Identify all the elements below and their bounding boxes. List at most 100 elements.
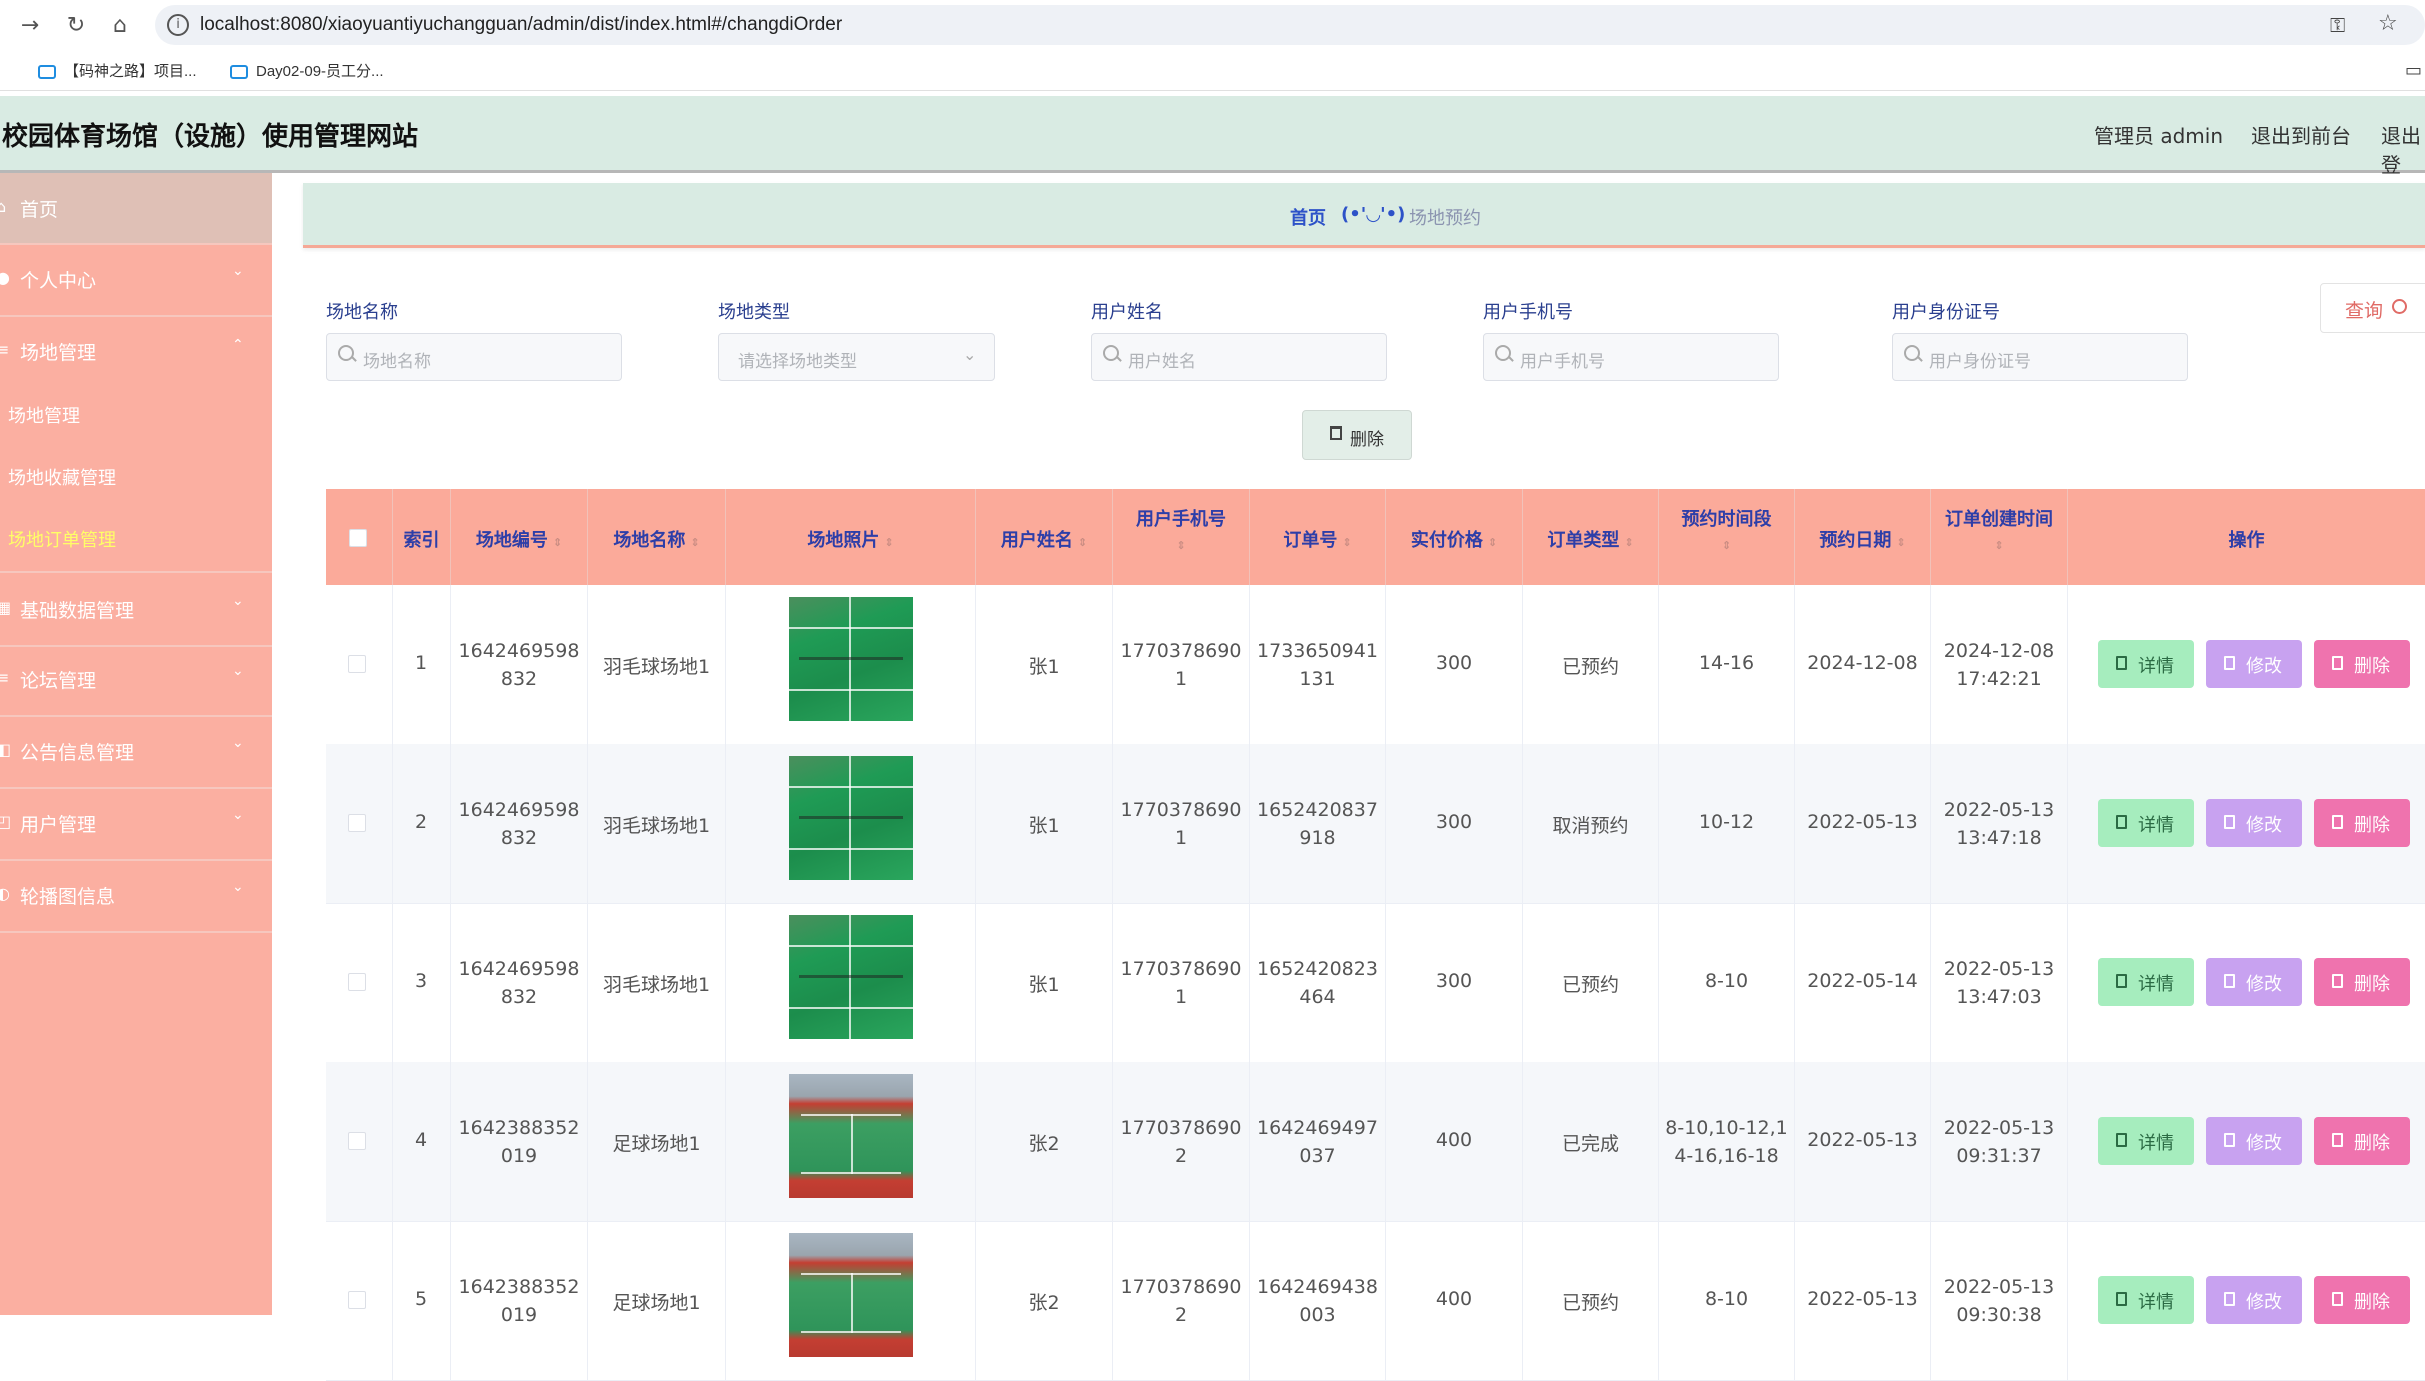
edit-button[interactable]: 修改: [2206, 799, 2302, 847]
logout-link[interactable]: 退出登: [2381, 120, 2425, 178]
chevron-down-icon: ⌄: [232, 663, 244, 679]
table-cell: 8-10: [1659, 903, 1795, 1062]
folder-icon[interactable]: ▭: [2405, 60, 2422, 81]
edit-icon: [2224, 656, 2235, 670]
sidebar-item-users[interactable]: ◰ 用户管理 ⌄: [0, 787, 272, 861]
sort-icon[interactable]: ⇕: [690, 536, 699, 549]
sidebar-item-notice[interactable]: ◧ 公告信息管理 ⌄: [0, 715, 272, 789]
header-cell[interactable]: 预约日期 ⇕: [1795, 489, 1931, 585]
sort-icon[interactable]: ⇕: [1488, 536, 1497, 549]
address-bar[interactable]: i localhost:8080/xiaoyuantiyuchangguan/a…: [155, 5, 2425, 45]
table-cell: [726, 903, 976, 1062]
venue-photo[interactable]: [789, 756, 913, 880]
bilibili-icon: [230, 65, 248, 79]
row-checkbox[interactable]: [348, 814, 366, 832]
edit-button[interactable]: 修改: [2206, 958, 2302, 1006]
header-cell[interactable]: 用户姓名 ⇕: [976, 489, 1113, 585]
sidebar-item-carousel[interactable]: ◐ 轮播图信息 ⌄: [0, 859, 272, 933]
detail-button[interactable]: 详情: [2098, 958, 2194, 1006]
edit-button[interactable]: 修改: [2206, 1117, 2302, 1165]
header-cell[interactable]: 预约时间段 ⇕: [1659, 489, 1795, 585]
key-icon[interactable]: ⚿: [2330, 13, 2345, 37]
row-checkbox[interactable]: [348, 655, 366, 673]
sidebar-item-venue[interactable]: ≡ 场地管理 ⌃: [0, 315, 272, 387]
venue-photo[interactable]: [789, 597, 913, 721]
home-icon[interactable]: ⌂: [106, 12, 134, 40]
header-cell[interactable]: 订单类型 ⇕: [1523, 489, 1659, 585]
sort-icon[interactable]: ⇕: [1659, 539, 1794, 552]
grid-icon: ▦: [0, 598, 12, 617]
header-cell[interactable]: 实付价格 ⇕: [1386, 489, 1523, 585]
url-text[interactable]: localhost:8080/xiaoyuantiyuchangguan/adm…: [200, 14, 842, 36]
sidebar-sub-venue-manage[interactable]: 场地管理: [8, 402, 80, 428]
select-all-checkbox[interactable]: [349, 529, 367, 547]
sort-icon[interactable]: ⇕: [1896, 536, 1905, 549]
header-cell[interactable]: 订单创建时间 ⇕: [1931, 489, 2068, 585]
header-cell: 索引: [393, 489, 451, 585]
venue-photo[interactable]: [789, 915, 913, 1039]
trash-icon: [2332, 1292, 2343, 1306]
user-name-input[interactable]: 用户姓名: [1091, 333, 1387, 381]
edit-button[interactable]: 修改: [2206, 640, 2302, 688]
query-button[interactable]: 查询: [2320, 283, 2425, 333]
row-checkbox[interactable]: [348, 1291, 366, 1309]
detail-button[interactable]: 详情: [2098, 1117, 2194, 1165]
sidebar-item-home[interactable]: ⌂ 首页: [0, 173, 272, 245]
batch-delete-button[interactable]: 删除: [1302, 410, 1412, 460]
sidebar-item-personal[interactable]: ● 个人中心 ⌄: [0, 243, 272, 317]
sidebar-sub-venue-order[interactable]: 场地订单管理: [8, 526, 116, 552]
sort-icon[interactable]: ⇕: [884, 536, 893, 549]
venue-type-select[interactable]: 请选择场地类型 ⌄: [718, 333, 995, 381]
delete-button[interactable]: 删除: [2314, 799, 2410, 847]
reload-icon[interactable]: ↻: [62, 12, 90, 40]
table-cell: 已完成: [1523, 1062, 1659, 1221]
bookmark-item[interactable]: Day02-09-员工分...: [230, 60, 384, 81]
user-phone-input[interactable]: 用户手机号: [1483, 333, 1779, 381]
breadcrumb-home[interactable]: 首页: [1290, 204, 1326, 230]
search-icon: [1103, 345, 1119, 361]
sidebar-item-forum[interactable]: ≡ 论坛管理 ⌄: [0, 643, 272, 717]
delete-button[interactable]: 删除: [2314, 1276, 2410, 1324]
table-cell: 1642388352 019: [451, 1062, 588, 1221]
header-cell[interactable]: 场地照片 ⇕: [726, 489, 976, 585]
row-checkbox[interactable]: [348, 973, 366, 991]
table-cell: 3: [393, 903, 451, 1062]
forum-icon: ≡: [0, 668, 10, 687]
table-cell: 张2: [976, 1062, 1113, 1221]
forward-icon[interactable]: →: [16, 12, 44, 40]
delete-button[interactable]: 删除: [2314, 958, 2410, 1006]
sort-icon[interactable]: ⇕: [1078, 536, 1087, 549]
table-cell: 1642469438 003: [1250, 1221, 1386, 1380]
detail-button[interactable]: 详情: [2098, 640, 2194, 688]
header-cell[interactable]: 场地编号 ⇕: [451, 489, 588, 585]
site-info-icon[interactable]: i: [167, 14, 189, 36]
row-checkbox[interactable]: [348, 1132, 366, 1150]
search-icon: [1495, 345, 1511, 361]
back-to-front-link[interactable]: 退出到前台: [2251, 120, 2351, 149]
sort-icon[interactable]: ⇕: [1624, 536, 1633, 549]
edit-button[interactable]: 修改: [2206, 1276, 2302, 1324]
header-cell[interactable]: 订单号 ⇕: [1250, 489, 1386, 585]
bookmark-item[interactable]: 【码神之路】项目...: [38, 60, 197, 81]
edit-icon: [2224, 1292, 2235, 1306]
user-id-card-input[interactable]: 用户身份证号: [1892, 333, 2188, 381]
delete-button[interactable]: 删除: [2314, 1117, 2410, 1165]
table-cell: 1642469598 832: [451, 585, 588, 744]
sort-icon[interactable]: ⇕: [1931, 539, 2067, 552]
detail-button[interactable]: 详情: [2098, 799, 2194, 847]
sort-icon[interactable]: ⇕: [1113, 539, 1249, 552]
header-cell[interactable]: 场地名称 ⇕: [588, 489, 726, 585]
venue-name-input[interactable]: 场地名称: [326, 333, 622, 381]
detail-button[interactable]: 详情: [2098, 1276, 2194, 1324]
sidebar-sub-venue-favorite[interactable]: 场地收藏管理: [8, 464, 116, 490]
breadcrumb-current: 场地预约: [1409, 208, 1481, 229]
sidebar-item-basic-data[interactable]: ▦ 基础数据管理 ⌄: [0, 571, 272, 647]
header-cell[interactable]: 用户手机号 ⇕: [1113, 489, 1250, 585]
table-cell: 4: [393, 1062, 451, 1221]
sort-icon[interactable]: ⇕: [553, 536, 562, 549]
delete-button[interactable]: 删除: [2314, 640, 2410, 688]
sort-icon[interactable]: ⇕: [1342, 536, 1351, 549]
star-icon[interactable]: ☆: [2378, 11, 2398, 36]
venue-photo[interactable]: [789, 1074, 913, 1198]
venue-photo[interactable]: [789, 1233, 913, 1357]
